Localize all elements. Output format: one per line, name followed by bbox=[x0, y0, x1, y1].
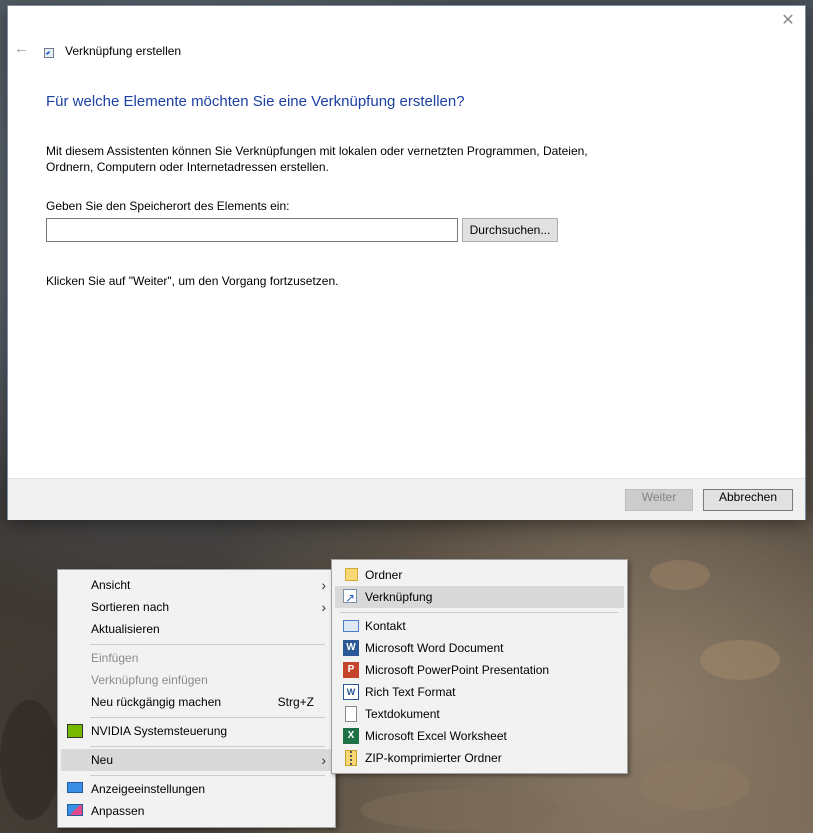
powerpoint-icon: P bbox=[343, 662, 359, 678]
submenu-item-shortcut[interactable]: Verknüpfung bbox=[335, 586, 624, 609]
submenu-item-text-document[interactable]: Textdokument bbox=[335, 703, 624, 725]
shortcut-icon bbox=[343, 587, 357, 609]
menu-item-new[interactable]: Neu › bbox=[61, 749, 332, 771]
menu-item-shortcut: Strg+Z bbox=[277, 695, 314, 709]
menu-item-nvidia-control-panel[interactable]: NVIDIA Systemsteuerung bbox=[61, 720, 332, 742]
menu-item-paste-shortcut: Verknüpfung einfügen bbox=[61, 669, 332, 691]
menu-item-label: Anpassen bbox=[91, 804, 145, 818]
dialog-title: Verknüpfung erstellen bbox=[65, 44, 182, 58]
nvidia-icon bbox=[67, 724, 83, 738]
continue-hint: Klicken Sie auf "Weiter", um den Vorgang… bbox=[46, 274, 339, 288]
submenu-item-contact[interactable]: Kontakt bbox=[335, 615, 624, 637]
menu-item-label: Neu rückgängig machen bbox=[91, 695, 222, 709]
menu-item-label: Neu bbox=[91, 753, 114, 767]
close-icon[interactable]: ✕ bbox=[777, 10, 799, 32]
menu-divider bbox=[90, 775, 325, 776]
shortcut-icon bbox=[44, 48, 54, 58]
menu-item-label: Verknüpfung einfügen bbox=[91, 673, 208, 687]
submenu-item-label: Verknüpfung bbox=[365, 590, 433, 604]
menu-divider bbox=[90, 644, 325, 645]
wizard-description: Mit diesem Assistenten können Sie Verknü… bbox=[46, 144, 588, 174]
submenu-item-label: Ordner bbox=[365, 568, 403, 582]
menu-item-undo-new[interactable]: Neu rückgängig machen Strg+Z bbox=[61, 691, 332, 713]
dialog-footer: Weiter Abbrechen bbox=[8, 478, 805, 520]
menu-item-label: Ansicht bbox=[91, 578, 131, 592]
text-document-icon bbox=[345, 706, 357, 722]
menu-divider bbox=[90, 746, 325, 747]
menu-divider bbox=[90, 717, 325, 718]
location-label: Geben Sie den Speicherort des Elements e… bbox=[46, 199, 290, 213]
menu-item-label: NVIDIA Systemsteuerung bbox=[91, 724, 228, 738]
chevron-right-icon: › bbox=[321, 577, 326, 593]
submenu-item-label: ZIP-komprimierter Ordner bbox=[365, 751, 502, 765]
menu-item-label: Sortieren nach bbox=[91, 600, 170, 614]
chevron-right-icon: › bbox=[321, 752, 326, 768]
submenu-item-excel-worksheet[interactable]: X Microsoft Excel Worksheet bbox=[335, 725, 624, 747]
browse-button[interactable]: Durchsuchen... bbox=[462, 218, 558, 242]
cancel-button[interactable]: Abbrechen bbox=[703, 489, 793, 511]
new-submenu: Ordner Verknüpfung Kontakt W Microsoft W… bbox=[331, 559, 628, 774]
submenu-item-folder[interactable]: Ordner bbox=[335, 564, 624, 586]
submenu-item-label: Rich Text Format bbox=[365, 685, 456, 699]
menu-item-label: Aktualisieren bbox=[91, 622, 160, 636]
menu-item-view[interactable]: Ansicht › bbox=[61, 574, 332, 596]
word-icon: W bbox=[343, 640, 359, 656]
folder-icon bbox=[345, 568, 358, 581]
zip-folder-icon bbox=[345, 750, 357, 766]
menu-item-display-settings[interactable]: Anzeigeeinstellungen bbox=[61, 778, 332, 800]
menu-item-paste: Einfügen bbox=[61, 647, 332, 669]
submenu-item-label: Textdokument bbox=[365, 707, 440, 721]
back-arrow-icon[interactable]: ← bbox=[14, 40, 32, 58]
submenu-item-zip-folder[interactable]: ZIP-komprimierter Ordner bbox=[335, 747, 624, 769]
next-button[interactable]: Weiter bbox=[625, 489, 693, 511]
location-input[interactable] bbox=[46, 218, 458, 242]
excel-icon: X bbox=[343, 728, 359, 744]
rtf-icon: W bbox=[343, 684, 359, 700]
create-shortcut-dialog: ✕ ← Verknüpfung erstellen Für welche Ele… bbox=[8, 6, 805, 520]
menu-item-label: Anzeigeeinstellungen bbox=[91, 782, 206, 796]
submenu-item-rich-text[interactable]: W Rich Text Format bbox=[335, 681, 624, 703]
display-icon bbox=[67, 782, 83, 793]
menu-divider bbox=[340, 612, 618, 613]
page-heading: Für welche Elemente möchten Sie eine Ver… bbox=[46, 93, 465, 110]
submenu-item-label: Microsoft Word Document bbox=[365, 641, 504, 655]
desktop-context-menu: Ansicht › Sortieren nach › Aktualisieren… bbox=[57, 569, 336, 828]
submenu-item-powerpoint[interactable]: P Microsoft PowerPoint Presentation bbox=[335, 659, 624, 681]
submenu-item-word-document[interactable]: W Microsoft Word Document bbox=[335, 637, 624, 659]
contact-icon bbox=[343, 620, 359, 632]
submenu-item-label: Microsoft PowerPoint Presentation bbox=[365, 663, 550, 677]
chevron-right-icon: › bbox=[321, 599, 326, 615]
submenu-item-label: Microsoft Excel Worksheet bbox=[365, 729, 507, 743]
menu-item-label: Einfügen bbox=[91, 651, 139, 665]
menu-item-personalize[interactable]: Anpassen bbox=[61, 800, 332, 822]
menu-item-refresh[interactable]: Aktualisieren bbox=[61, 618, 332, 640]
menu-item-sort-by[interactable]: Sortieren nach › bbox=[61, 596, 332, 618]
customize-icon bbox=[67, 804, 83, 816]
submenu-item-label: Kontakt bbox=[365, 619, 406, 633]
